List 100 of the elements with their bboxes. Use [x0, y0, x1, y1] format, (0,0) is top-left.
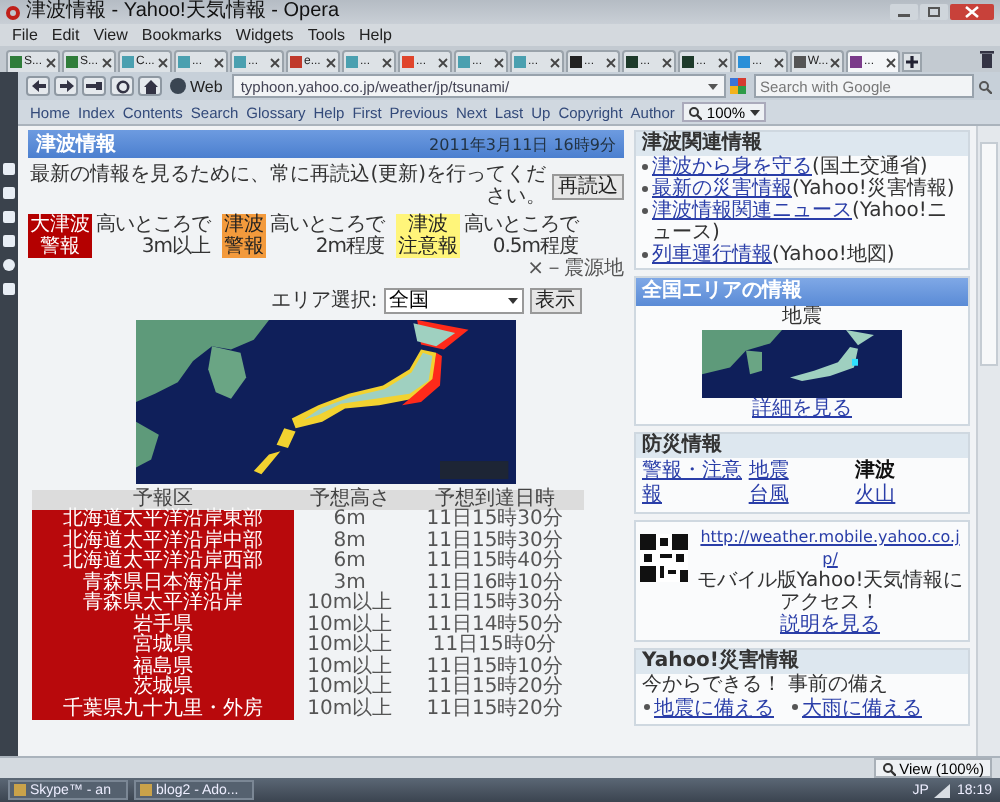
region-cell: 北海道太平洋沿岸中部	[32, 531, 295, 552]
plus-icon	[906, 56, 918, 68]
menu-item[interactable]: View	[93, 26, 128, 44]
magnifier-icon	[688, 105, 703, 119]
close-icon[interactable]	[950, 4, 994, 20]
page-icon	[794, 56, 806, 68]
area-select[interactable]: 全国	[383, 287, 524, 313]
link[interactable]: 最新の災害情報	[652, 178, 792, 200]
app-icon	[140, 784, 152, 796]
dropdown-caret-icon	[708, 83, 718, 89]
close-icon[interactable]	[886, 57, 896, 67]
table-cell: 11日15時30分	[405, 510, 584, 531]
category-link[interactable]: 台風	[748, 484, 856, 508]
show-button[interactable]: 表示	[529, 287, 582, 313]
page-icon	[402, 56, 414, 68]
category-link[interactable]: 津波	[855, 460, 962, 484]
reload-button[interactable]: 再読込	[552, 173, 624, 199]
link[interactable]: 津波情報関連ニュース	[652, 200, 852, 222]
menu-item[interactable]: File	[12, 26, 38, 44]
close-icon[interactable]	[830, 57, 840, 67]
minimize-icon[interactable]	[890, 4, 918, 20]
wave-height-text: 高いところで 0.5m程度	[464, 214, 578, 258]
table-cell: 10m以上	[294, 678, 406, 699]
mobile-url-link[interactable]: http://weather.mobile.yahoo.co.jp/	[696, 526, 964, 570]
table-cell-text: 11日15時20分	[424, 699, 565, 720]
region-cell: 宮城県	[32, 636, 295, 657]
section-header: 防災情報	[636, 434, 968, 458]
region-cell: 青森県日本海沿岸	[32, 573, 295, 594]
details-link[interactable]: 詳細を見る	[752, 398, 852, 420]
close-icon[interactable]	[718, 57, 728, 67]
close-icon[interactable]	[494, 57, 504, 67]
table-cell: 10m以上	[294, 636, 406, 657]
network-icon[interactable]	[934, 783, 951, 797]
close-icon[interactable]	[382, 57, 392, 67]
page-title: 津波情報	[36, 131, 116, 158]
app-icon	[14, 784, 26, 796]
bullet-icon	[642, 186, 648, 192]
menu-item[interactable]: Widgets	[235, 26, 294, 44]
bullet-icon	[642, 208, 648, 214]
close-icon[interactable]	[46, 57, 56, 67]
help-link[interactable]: 説明を見る	[780, 614, 880, 636]
close-icon[interactable]	[606, 57, 616, 67]
menu-item[interactable]: Bookmarks	[141, 26, 222, 44]
forward-button[interactable]	[54, 76, 78, 96]
trash-icon[interactable]	[980, 50, 994, 68]
close-icon[interactable]	[214, 57, 224, 67]
page-icon	[738, 56, 750, 68]
reload-button[interactable]	[110, 76, 134, 96]
search-icon	[978, 79, 992, 93]
page-icon	[346, 56, 358, 68]
close-icon[interactable]	[662, 57, 672, 67]
window-title: 津波情報 - Yahoo!天気情報 - Opera	[26, 0, 340, 24]
table-cell: 10m以上	[294, 657, 406, 678]
close-icon[interactable]	[550, 57, 560, 67]
category-link[interactable]: 火山	[855, 484, 962, 508]
related-link-text: 列車運行情報(Yahoo!地図)	[652, 244, 895, 266]
page-icon	[178, 56, 190, 68]
page-icon	[458, 56, 470, 68]
wave-height-text: 高いところで 3m以上	[96, 214, 210, 258]
table-cell-text: 11日15時40分	[424, 552, 565, 572]
page-icon	[682, 56, 694, 68]
scrollbar-thumb[interactable]	[980, 142, 998, 366]
close-icon[interactable]	[774, 57, 784, 67]
close-icon[interactable]	[158, 57, 168, 67]
close-icon[interactable]	[102, 57, 112, 67]
menu-item[interactable]: Tools	[307, 26, 345, 44]
table-cell-text: 11日15時30分	[424, 594, 565, 614]
link[interactable]: 大雨に備える	[802, 698, 922, 720]
update-time: 2011年3月11日 16時9分	[429, 133, 616, 155]
page-icon	[10, 56, 22, 68]
menu-item[interactable]: Help	[359, 26, 392, 44]
rewind-button[interactable]	[82, 76, 106, 96]
epicenter-note: ×－震源地	[527, 258, 624, 280]
search-engine-icon[interactable]	[730, 78, 750, 94]
caret-icon	[749, 109, 760, 115]
warning-level-badge: 津波 警報	[222, 214, 266, 258]
scrollbar[interactable]	[976, 126, 1000, 756]
home-button[interactable]	[138, 76, 162, 96]
close-icon[interactable]	[326, 57, 336, 67]
web-label: Web	[190, 77, 223, 95]
forward-arrow-icon	[59, 80, 73, 92]
link[interactable]: 列車運行情報	[652, 244, 772, 266]
category-link[interactable]: 警報・注意報	[642, 460, 749, 508]
maximize-icon[interactable]	[920, 4, 948, 20]
link[interactable]: 津波から身を守る	[652, 156, 812, 178]
section-header: 津波関連情報	[636, 132, 968, 156]
bullet-icon	[644, 703, 650, 710]
menu-item[interactable]: Edit	[51, 26, 80, 44]
table-cell-text: 11日15時20分	[424, 678, 565, 698]
notice-text: 最新の情報を見るために、常に再読込(更新)を行ってください。	[28, 164, 546, 208]
back-arrow-icon	[31, 80, 45, 92]
region-cell: 千葉県九十九里・外房	[32, 699, 295, 720]
link[interactable]: 地震に備える	[654, 698, 774, 720]
table-cell-text: 11日15時10分	[424, 657, 565, 677]
new-tab-button[interactable]	[902, 52, 922, 72]
close-icon[interactable]	[270, 57, 280, 67]
close-icon[interactable]	[438, 57, 448, 67]
category-link[interactable]: 地震	[748, 460, 856, 484]
wave-height-text: 高いところで 2m程度	[270, 214, 384, 258]
back-button[interactable]	[26, 76, 50, 96]
